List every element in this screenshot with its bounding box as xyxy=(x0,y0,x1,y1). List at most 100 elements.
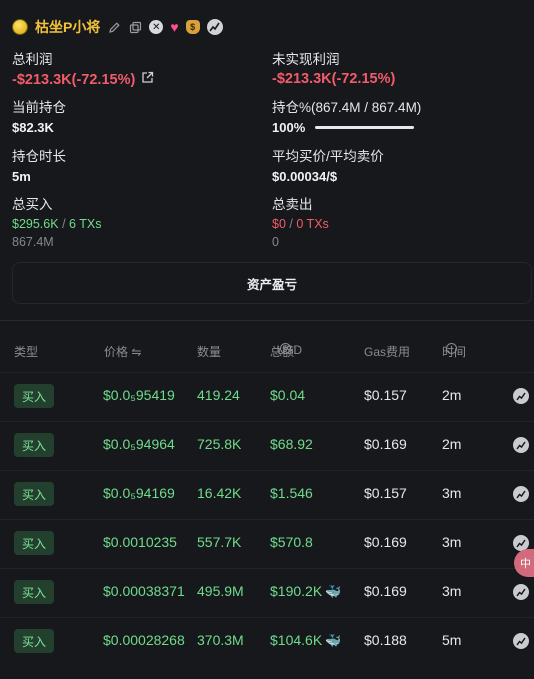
table-row[interactable]: 买入 $0.0₅94169 16.42K $1.546 $0.157 3m xyxy=(0,482,534,508)
hold-duration-label: 持仓时长 xyxy=(12,149,66,164)
trade-gas: $0.169 xyxy=(364,583,407,599)
total-profit-value: -$213.3K(-72.15%) xyxy=(12,72,136,88)
copy-icon[interactable] xyxy=(128,20,142,34)
heart-icon[interactable]: ♥ xyxy=(170,19,178,35)
trade-price: $0.00038371 xyxy=(103,583,185,599)
total-buy-txs: 6 TXs xyxy=(69,217,102,231)
trade-price: $0.00028268 xyxy=(103,632,185,648)
trade-total-value: $570.8 xyxy=(270,534,313,550)
row-divider xyxy=(0,372,534,373)
currency-toggle-icon[interactable]: $ xyxy=(279,343,291,354)
trade-price: $0.0010235 xyxy=(103,534,177,550)
total-profit-label: 总利润 xyxy=(12,52,53,67)
trade-total-value: $104.6K xyxy=(270,632,323,648)
trade-time: 2m xyxy=(442,387,462,403)
trade-type-badge: 买入 xyxy=(14,629,54,653)
current-position-value: $82.3K xyxy=(12,120,54,135)
row-divider xyxy=(0,470,534,471)
hold-duration: 持仓时长 5m xyxy=(12,145,66,184)
chart-icon[interactable] xyxy=(513,437,529,453)
header-qty: 数量 xyxy=(197,345,222,359)
x-twitter-icon[interactable]: ✕ xyxy=(149,20,164,34)
total-sell-separator: / xyxy=(289,217,293,231)
trade-price: $0.0₅94964 xyxy=(103,436,175,452)
row-divider xyxy=(0,568,534,569)
trade-time: 3m xyxy=(442,583,462,599)
row-divider xyxy=(0,519,534,520)
trades-table-header: 类型 价格 ⇋ 数量 总额 USD $ Gas费用 时间 xyxy=(0,343,534,359)
position-progress-bar xyxy=(315,126,415,129)
header-price[interactable]: 价格 ⇋ xyxy=(104,343,141,360)
whale-icon: 🐳 xyxy=(325,584,342,599)
chart-icon[interactable] xyxy=(513,388,529,404)
trade-time: 3m xyxy=(442,485,462,501)
header-gas: Gas费用 xyxy=(364,345,411,359)
trade-qty: 370.3M xyxy=(197,632,244,648)
total-buy: 总买入 $295.6K / 6 TXs 867.4M xyxy=(12,193,101,249)
trade-gas: $0.169 xyxy=(364,534,407,550)
trade-time: 3m xyxy=(442,534,462,550)
trade-time: 2m xyxy=(442,436,462,452)
total-sell: 总卖出 $0 / 0 TXs 0 xyxy=(272,193,329,249)
total-sell-qty: 0 xyxy=(272,235,279,249)
position-percent: 持仓%(867.4M / 867.4M) 100% xyxy=(272,96,421,135)
wallet-name[interactable]: 枯坐P小将 xyxy=(35,17,100,37)
unrealized-profit: 未实现利润 -$213.3K(-72.15%) xyxy=(272,48,395,87)
table-row[interactable]: 买入 $0.0010235 557.7K $570.8 $0.169 3m xyxy=(0,531,534,557)
whale-icon: 🐳 xyxy=(325,633,342,648)
edit-icon[interactable] xyxy=(107,20,121,34)
trade-qty: 419.24 xyxy=(197,387,240,403)
row-divider xyxy=(0,617,534,618)
external-link-icon[interactable] xyxy=(141,71,154,89)
current-position-label: 当前持仓 xyxy=(12,100,66,115)
table-row[interactable]: 买入 $0.0₅95419 419.24 $0.04 $0.157 2m xyxy=(0,384,534,410)
chart-icon[interactable] xyxy=(206,19,223,35)
trade-type-badge: 买入 xyxy=(14,531,54,555)
trade-gas: $0.169 xyxy=(364,436,407,452)
position-percent-value: 100% xyxy=(272,120,306,135)
money-bag-icon[interactable]: $ xyxy=(185,20,200,34)
trade-gas: $0.157 xyxy=(364,387,407,403)
average-price-value: $0.00034/$ xyxy=(272,169,338,184)
total-buy-label: 总买入 xyxy=(12,197,53,212)
trade-gas: $0.188 xyxy=(364,632,407,648)
table-row[interactable]: 买入 $0.00038371 495.9M $190.2K 🐳 $0.169 3m xyxy=(0,580,534,606)
trade-price: $0.0₅94169 xyxy=(103,485,175,501)
header-total[interactable]: 总额 USD $ xyxy=(270,343,302,359)
total-buy-separator: / xyxy=(62,217,66,231)
chart-icon[interactable] xyxy=(513,633,529,649)
total-sell-label: 总卖出 xyxy=(272,197,313,212)
trade-qty: 557.7K xyxy=(197,534,242,550)
clock-icon[interactable] xyxy=(446,343,457,354)
trade-type-badge: 买入 xyxy=(14,384,54,408)
total-sell-txs: 0 TXs xyxy=(296,217,329,231)
trade-total-value: $190.2K xyxy=(270,583,323,599)
trade-total: $104.6K 🐳 xyxy=(270,632,341,649)
position-progress-fill xyxy=(315,126,415,129)
floating-language-button[interactable]: 中 xyxy=(514,549,534,577)
chart-icon[interactable] xyxy=(513,584,529,600)
trade-total: $1.546 xyxy=(270,485,313,501)
chart-icon[interactable] xyxy=(513,486,529,502)
trade-qty: 725.8K xyxy=(197,436,242,452)
trade-qty: 495.9M xyxy=(197,583,244,599)
table-row[interactable]: 买入 $0.0₅94964 725.8K $68.92 $0.169 2m xyxy=(0,433,534,459)
avatar[interactable] xyxy=(12,19,28,35)
trade-type-badge: 买入 xyxy=(14,580,54,604)
average-price-label: 平均买价/平均卖价 xyxy=(272,149,384,164)
header-type: 类型 xyxy=(14,345,39,359)
table-row[interactable]: 买入 $0.00028268 370.3M $104.6K 🐳 $0.188 5m xyxy=(0,629,534,655)
position-percent-label: 持仓%(867.4M / 867.4M) xyxy=(272,100,422,115)
total-buy-qty: 867.4M xyxy=(12,235,54,249)
average-price: 平均买价/平均卖价 $0.00034/$ xyxy=(272,145,384,184)
asset-pnl-button[interactable]: 资产盈亏 xyxy=(12,262,532,304)
trade-total: $0.04 xyxy=(270,387,305,403)
trade-qty: 16.42K xyxy=(197,485,242,501)
total-sell-amount: $0 xyxy=(272,217,286,231)
trade-type-badge: 买入 xyxy=(14,482,54,506)
trade-price: $0.0₅95419 xyxy=(103,387,175,403)
trade-total: $68.92 xyxy=(270,436,313,452)
total-buy-amount: $295.6K xyxy=(12,217,59,231)
unrealized-profit-value: -$213.3K(-72.15%) xyxy=(272,71,396,87)
hold-duration-value: 5m xyxy=(12,169,31,184)
